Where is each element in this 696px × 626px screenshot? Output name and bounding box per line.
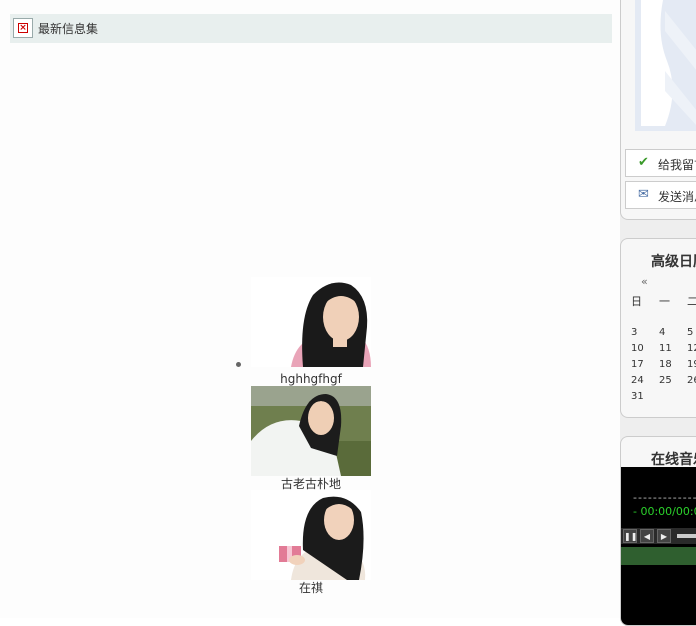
gallery-photo-1[interactable]	[251, 277, 371, 367]
music-widget: 在线音乐 -------------- - 00:00/00:00 ❚❚ ◀ ▶	[620, 436, 696, 626]
seek-bar[interactable]	[677, 534, 696, 538]
calendar-day[interactable]: 31	[631, 391, 653, 402]
section-title: 最新信息集	[38, 22, 99, 36]
weekday-mon: 一	[659, 295, 670, 308]
calendar-day[interactable]: 26	[687, 375, 696, 386]
music-title: 在线音乐	[651, 452, 696, 468]
calendar-widget: 高级日历 « 日 一 二 3 4 5 10 11 12 17 18 19 24 …	[620, 238, 696, 418]
previous-icon[interactable]: ◀	[640, 529, 654, 543]
calendar-day[interactable]: 12	[687, 343, 696, 354]
broken-image-icon: ×	[13, 18, 33, 38]
send-message-button[interactable]: ✉ 发送消息	[625, 181, 696, 209]
weekday-sun: 日	[631, 295, 642, 308]
profile-widget: ✔ 给我留言 ✉ 发送消息	[620, 0, 696, 220]
calendar-day[interactable]: 18	[659, 359, 681, 370]
calendar-title: 高级日历	[651, 254, 696, 270]
music-player: -------------- - 00:00/00:00 ❚❚ ◀ ▶	[621, 467, 696, 625]
envelope-icon: ✉	[638, 187, 649, 202]
checkmark-icon: ✔	[638, 155, 649, 170]
calendar-day[interactable]: 11	[659, 343, 681, 354]
gallery-photo-2[interactable]	[251, 386, 371, 476]
avatar	[635, 0, 696, 131]
calendar-day[interactable]: 19	[687, 359, 696, 370]
calendar-prev-button[interactable]: «	[641, 275, 648, 288]
calendar-day[interactable]: 25	[659, 375, 681, 386]
playlist-bar	[621, 547, 696, 565]
track-title-placeholder: --------------	[633, 491, 696, 504]
weekday-tue: 二	[687, 293, 696, 309]
main-content: × 最新信息集 hghhgfhgf 古老古朴地 在祺	[0, 0, 620, 618]
player-controls: ❚❚ ◀ ▶	[621, 528, 696, 544]
right-sidebar: ✔ 给我留言 ✉ 发送消息 高级日历 « 日 一 二 3 4 5 10 11 1…	[620, 0, 696, 626]
pause-icon[interactable]: ❚❚	[623, 529, 637, 543]
leave-message-button[interactable]: ✔ 给我留言	[625, 149, 696, 177]
calendar-day[interactable]: 5	[687, 327, 696, 338]
playback-time: - 00:00/00:00	[633, 505, 696, 518]
gallery-caption-3[interactable]: 在祺	[251, 579, 371, 596]
section-header: × 最新信息集	[10, 14, 612, 43]
calendar-day[interactable]: 24	[631, 375, 653, 386]
calendar-day[interactable]: 10	[631, 343, 653, 354]
calendar-day[interactable]: 4	[659, 327, 681, 338]
gallery-photo-3[interactable]	[251, 490, 371, 580]
gallery-caption-1[interactable]: hghhgfhgf	[251, 372, 371, 386]
next-icon[interactable]: ▶	[657, 529, 671, 543]
list-bullet	[236, 362, 241, 367]
calendar-day[interactable]: 17	[631, 359, 653, 370]
calendar-day[interactable]: 3	[631, 327, 653, 338]
